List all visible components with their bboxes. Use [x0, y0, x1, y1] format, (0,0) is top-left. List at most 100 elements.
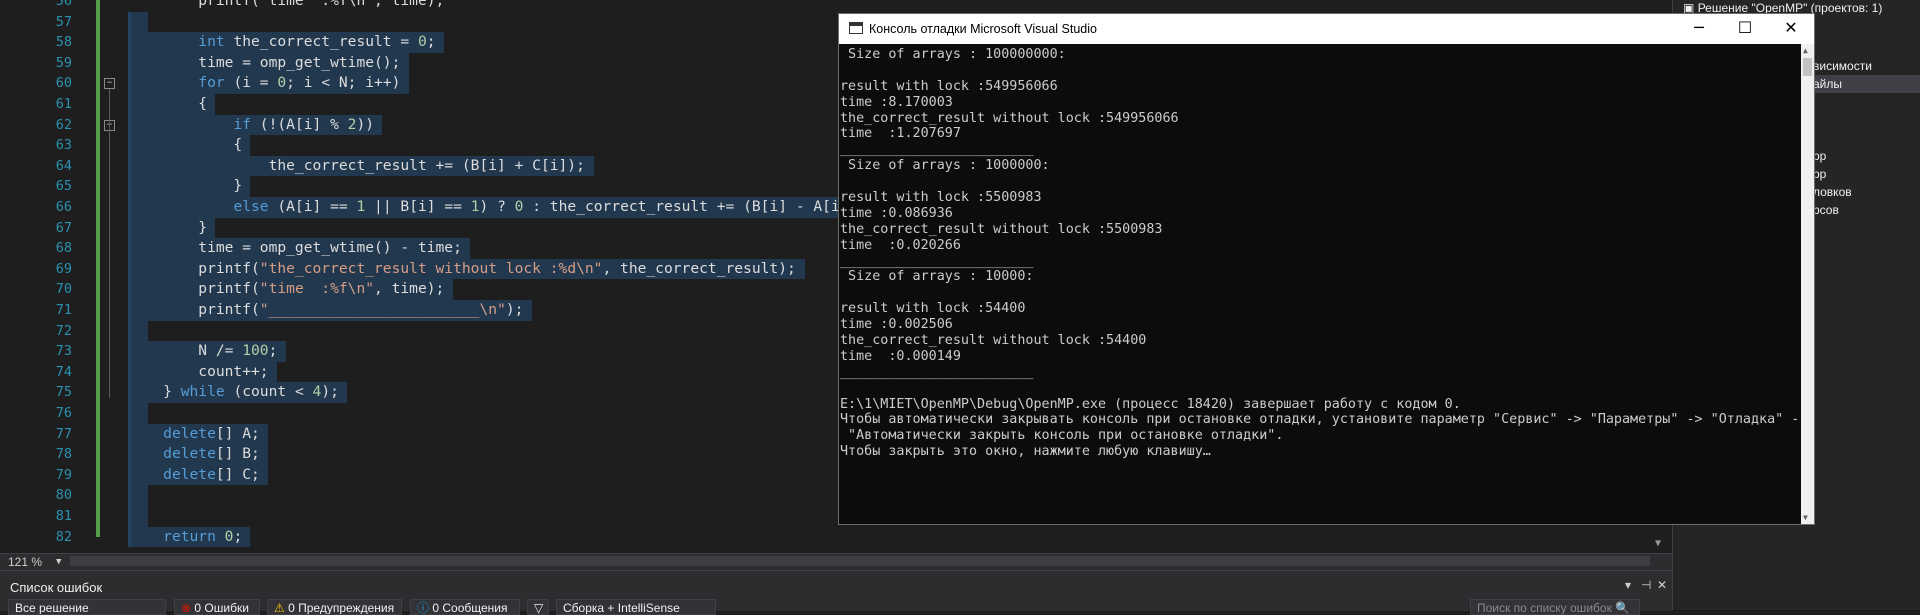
- line-number: 68: [55, 240, 72, 257]
- code-line[interactable]: printf("________________________\n");: [128, 300, 523, 321]
- console-line: Size of arrays : 100000000:: [840, 47, 1066, 62]
- scroll-down-icon[interactable]: ▼: [1655, 538, 1661, 549]
- code-token: (A[i] ==: [268, 198, 357, 215]
- zoom-dropdown-icon[interactable]: ▼: [56, 554, 61, 570]
- code-token: if: [233, 115, 252, 133]
- pin-icon[interactable]: ⊣: [1641, 578, 1651, 592]
- minimize-button[interactable]: ─: [1676, 14, 1722, 44]
- debug-console-window[interactable]: Консоль отладки Microsoft Visual Studio …: [838, 13, 1815, 525]
- code-line[interactable]: delete[] C;: [128, 465, 260, 486]
- line-number: 74: [55, 363, 72, 380]
- code-line[interactable]: return 0;: [128, 527, 242, 548]
- code-token: int: [198, 33, 225, 51]
- fold-toggle-icon[interactable]: −: [104, 78, 115, 90]
- solution-item[interactable]: рсов: [1813, 201, 1839, 219]
- console-line: E:\1\MIET\OpenMP\Debug\OpenMP.exe (проце…: [840, 396, 1461, 412]
- errors-filter-button[interactable]: ⊗ 0 Ошибки: [174, 599, 260, 615]
- code-token: printf(: [128, 301, 260, 318]
- console-line: time :8.170003: [840, 94, 953, 110]
- code-line[interactable]: time = omp_get_wtime();: [128, 53, 400, 74]
- line-number: 82: [55, 528, 72, 545]
- line-number: 60: [55, 75, 72, 92]
- console-line: the_correct_result without lock :54400: [840, 333, 1147, 349]
- code-line[interactable]: }: [128, 218, 207, 239]
- filter-icon[interactable]: ▽: [527, 599, 549, 615]
- code-line[interactable]: printf("the_correct_result without lock …: [128, 259, 795, 280]
- line-number: 62: [55, 116, 72, 133]
- console-line: the_correct_result without lock :5499560…: [840, 110, 1179, 126]
- code-token: }: [128, 383, 181, 401]
- code-line[interactable]: delete[] A;: [128, 424, 260, 445]
- console-line: ________________________: [840, 364, 1034, 380]
- console-line: time :0.002506: [840, 317, 953, 333]
- solution-item[interactable]: рр: [1813, 165, 1826, 183]
- code-token: printf(: [128, 280, 260, 298]
- code-token: ;: [268, 342, 278, 360]
- code-line[interactable]: {: [128, 135, 242, 156]
- code-line[interactable]: delete[] B;: [128, 444, 260, 465]
- code-line[interactable]: time = omp_get_wtime() - time;: [128, 238, 462, 259]
- warning-icon: ⚠: [274, 601, 285, 615]
- console-line: result with lock :5500983: [840, 190, 1042, 206]
- code-line[interactable]: count++;: [128, 362, 268, 383]
- error-scope-label: Все решение: [15, 601, 89, 615]
- code-token: for: [198, 74, 225, 92]
- console-scrollbar[interactable]: ▲ ▼: [1801, 44, 1814, 524]
- code-line[interactable]: the_correct_result += (B[i] + C[i]);: [128, 156, 585, 177]
- close-button[interactable]: ✕: [1768, 14, 1814, 44]
- code-line[interactable]: }: [128, 176, 242, 197]
- solution-item[interactable]: висимости: [1813, 57, 1872, 75]
- code-line[interactable]: else (A[i] == 1 || B[i] == 1) ? 0 : the_…: [128, 197, 866, 218]
- console-scroll-thumb[interactable]: [1803, 58, 1812, 76]
- line-number: 56: [55, 0, 72, 9]
- scroll-down-icon[interactable]: ▼: [1803, 513, 1808, 522]
- line-selection: [128, 320, 148, 342]
- errors-count: 0 Ошибки: [194, 601, 249, 615]
- code-line[interactable]: for (i = 0; i < N; i++): [128, 73, 400, 94]
- code-token: : the_correct_result += (B[i] - A[i]);: [523, 198, 867, 215]
- line-number: 79: [55, 466, 72, 483]
- maximize-button[interactable]: ☐: [1722, 14, 1768, 44]
- solution-item[interactable]: рр: [1813, 147, 1826, 165]
- code-token: (!(A[i] %: [251, 115, 348, 133]
- console-line: the_correct_result without lock :5500983: [840, 221, 1163, 237]
- scroll-up-icon[interactable]: ▲: [1803, 46, 1808, 55]
- code-token: N /=: [128, 342, 243, 360]
- line-number: 81: [55, 508, 72, 524]
- code-line[interactable]: if (!(A[i] % 2)): [128, 115, 374, 136]
- panel-menu-icon[interactable]: ▾: [1625, 578, 1631, 592]
- messages-filter-button[interactable]: ⓘ 0 Сообщения: [410, 599, 520, 615]
- code-line[interactable]: printf("time :%f\n", time);: [128, 279, 444, 300]
- solution-item[interactable]: ловков: [1813, 183, 1852, 201]
- code-token: the_correct_result =: [224, 33, 418, 51]
- console-window-icon: [849, 22, 863, 34]
- info-icon: ⓘ: [417, 601, 430, 615]
- code-line[interactable]: printf("time :%f\n", time);: [128, 0, 444, 12]
- error-search-input[interactable]: Поиск по списку ошибок 🔍: [1470, 599, 1640, 615]
- code-line[interactable]: {: [128, 94, 207, 115]
- console-line: Чтобы автоматически закрывать консоль пр…: [840, 412, 1800, 428]
- line-number: 66: [55, 199, 72, 215]
- line-number: 57: [55, 13, 72, 30]
- text-selection: [128, 11, 131, 548]
- warnings-filter-button[interactable]: ⚠ 0 Предупреждения: [267, 599, 402, 615]
- code-line[interactable]: N /= 100;: [128, 341, 277, 362]
- build-source-dropdown[interactable]: Сборка + IntelliSense: [556, 599, 716, 615]
- line-number: 67: [55, 219, 72, 236]
- error-scope-dropdown[interactable]: Все решение: [8, 599, 166, 615]
- zoom-level[interactable]: 121 %: [8, 554, 42, 570]
- solution-item-selected[interactable]: айлы: [1813, 75, 1920, 93]
- close-icon[interactable]: ✕: [1657, 578, 1667, 592]
- code-line[interactable]: } while (count < 4);: [128, 382, 339, 403]
- code-token: printf("time :%f\n", time);: [128, 0, 445, 9]
- line-number: 71: [55, 302, 72, 318]
- console-title-bar[interactable]: Консоль отладки Microsoft Visual Studio …: [839, 14, 1814, 44]
- code-token: "the_correct_result without lock :%d\n": [259, 259, 603, 277]
- code-token: delete: [163, 465, 216, 483]
- editor-horizontal-scrollbar[interactable]: [70, 556, 1650, 566]
- code-line[interactable]: int the_correct_result = 0;: [128, 32, 435, 53]
